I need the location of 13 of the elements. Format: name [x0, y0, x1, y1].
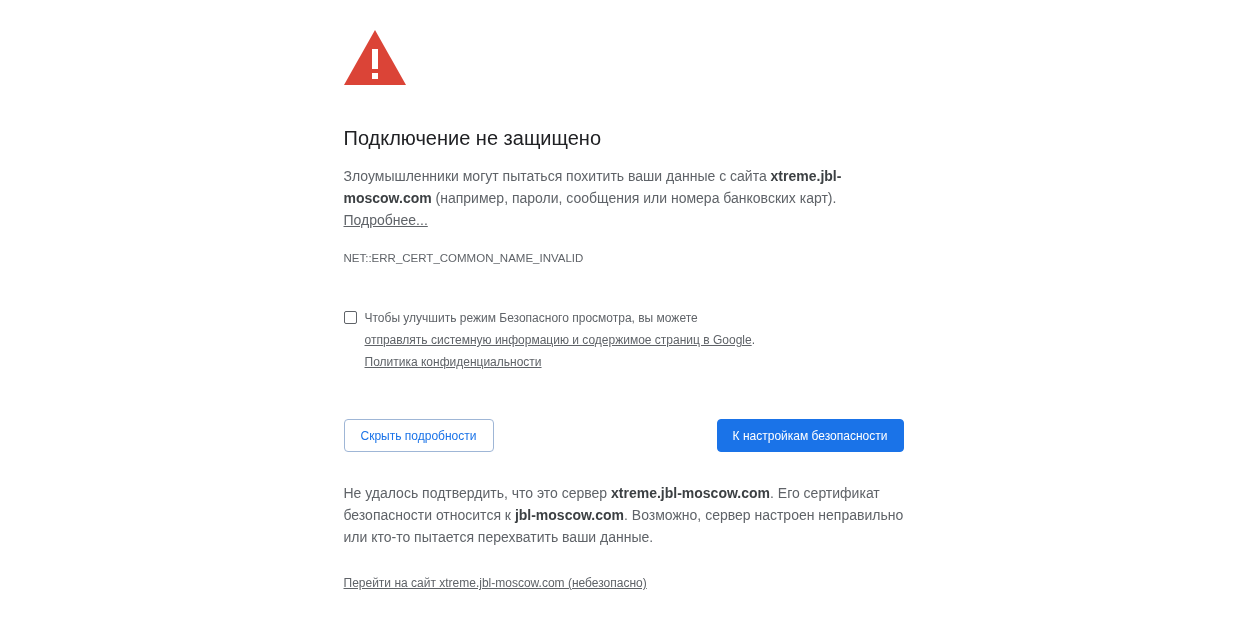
warning-icon: [343, 30, 406, 85]
details-text: Не удалось подтвердить, что это сервер xtreme.jbl-moscow.com. Его сертификат безопасности относится к jbl-moscow.com. Возможно, сервер настроен неправильно или кто-то пытается перехватить ваши данные.: [343, 484, 904, 547]
description-text: Злоумышленники могут пытаться похитить ваши данные с сайта xtreme.jbl-moscow.com (например, пароли, сообщения или номера банковских карт).: [343, 167, 843, 208]
page-title: Подключение не защищено: [343, 126, 603, 151]
hide-details-button[interactable]: Скрыть подробности: [343, 419, 494, 452]
checkbox-label: Чтобы улучшить режим Безопасного просмотра, вы можете отправлять системную информацию и содержимое страниц в Google. Политика конфиденциальности: [364, 310, 756, 371]
more-link[interactable]: Подробнее...: [343, 212, 428, 228]
error-code: NET::ERR_CERT_COMMON_NAME_INVALID: [343, 251, 585, 266]
proceed-link[interactable]: Перейти на сайт xtreme.jbl-moscow.com (небезопасно): [343, 572, 647, 594]
settings-button[interactable]: К настройкам безопасности: [716, 419, 904, 452]
send-info-link[interactable]: отправлять системную информацию и содержимое страниц в Google: [364, 333, 752, 347]
privacy-policy-link[interactable]: Политика конфиденциальности: [364, 355, 542, 369]
checkbox[interactable]: [343, 311, 357, 324]
